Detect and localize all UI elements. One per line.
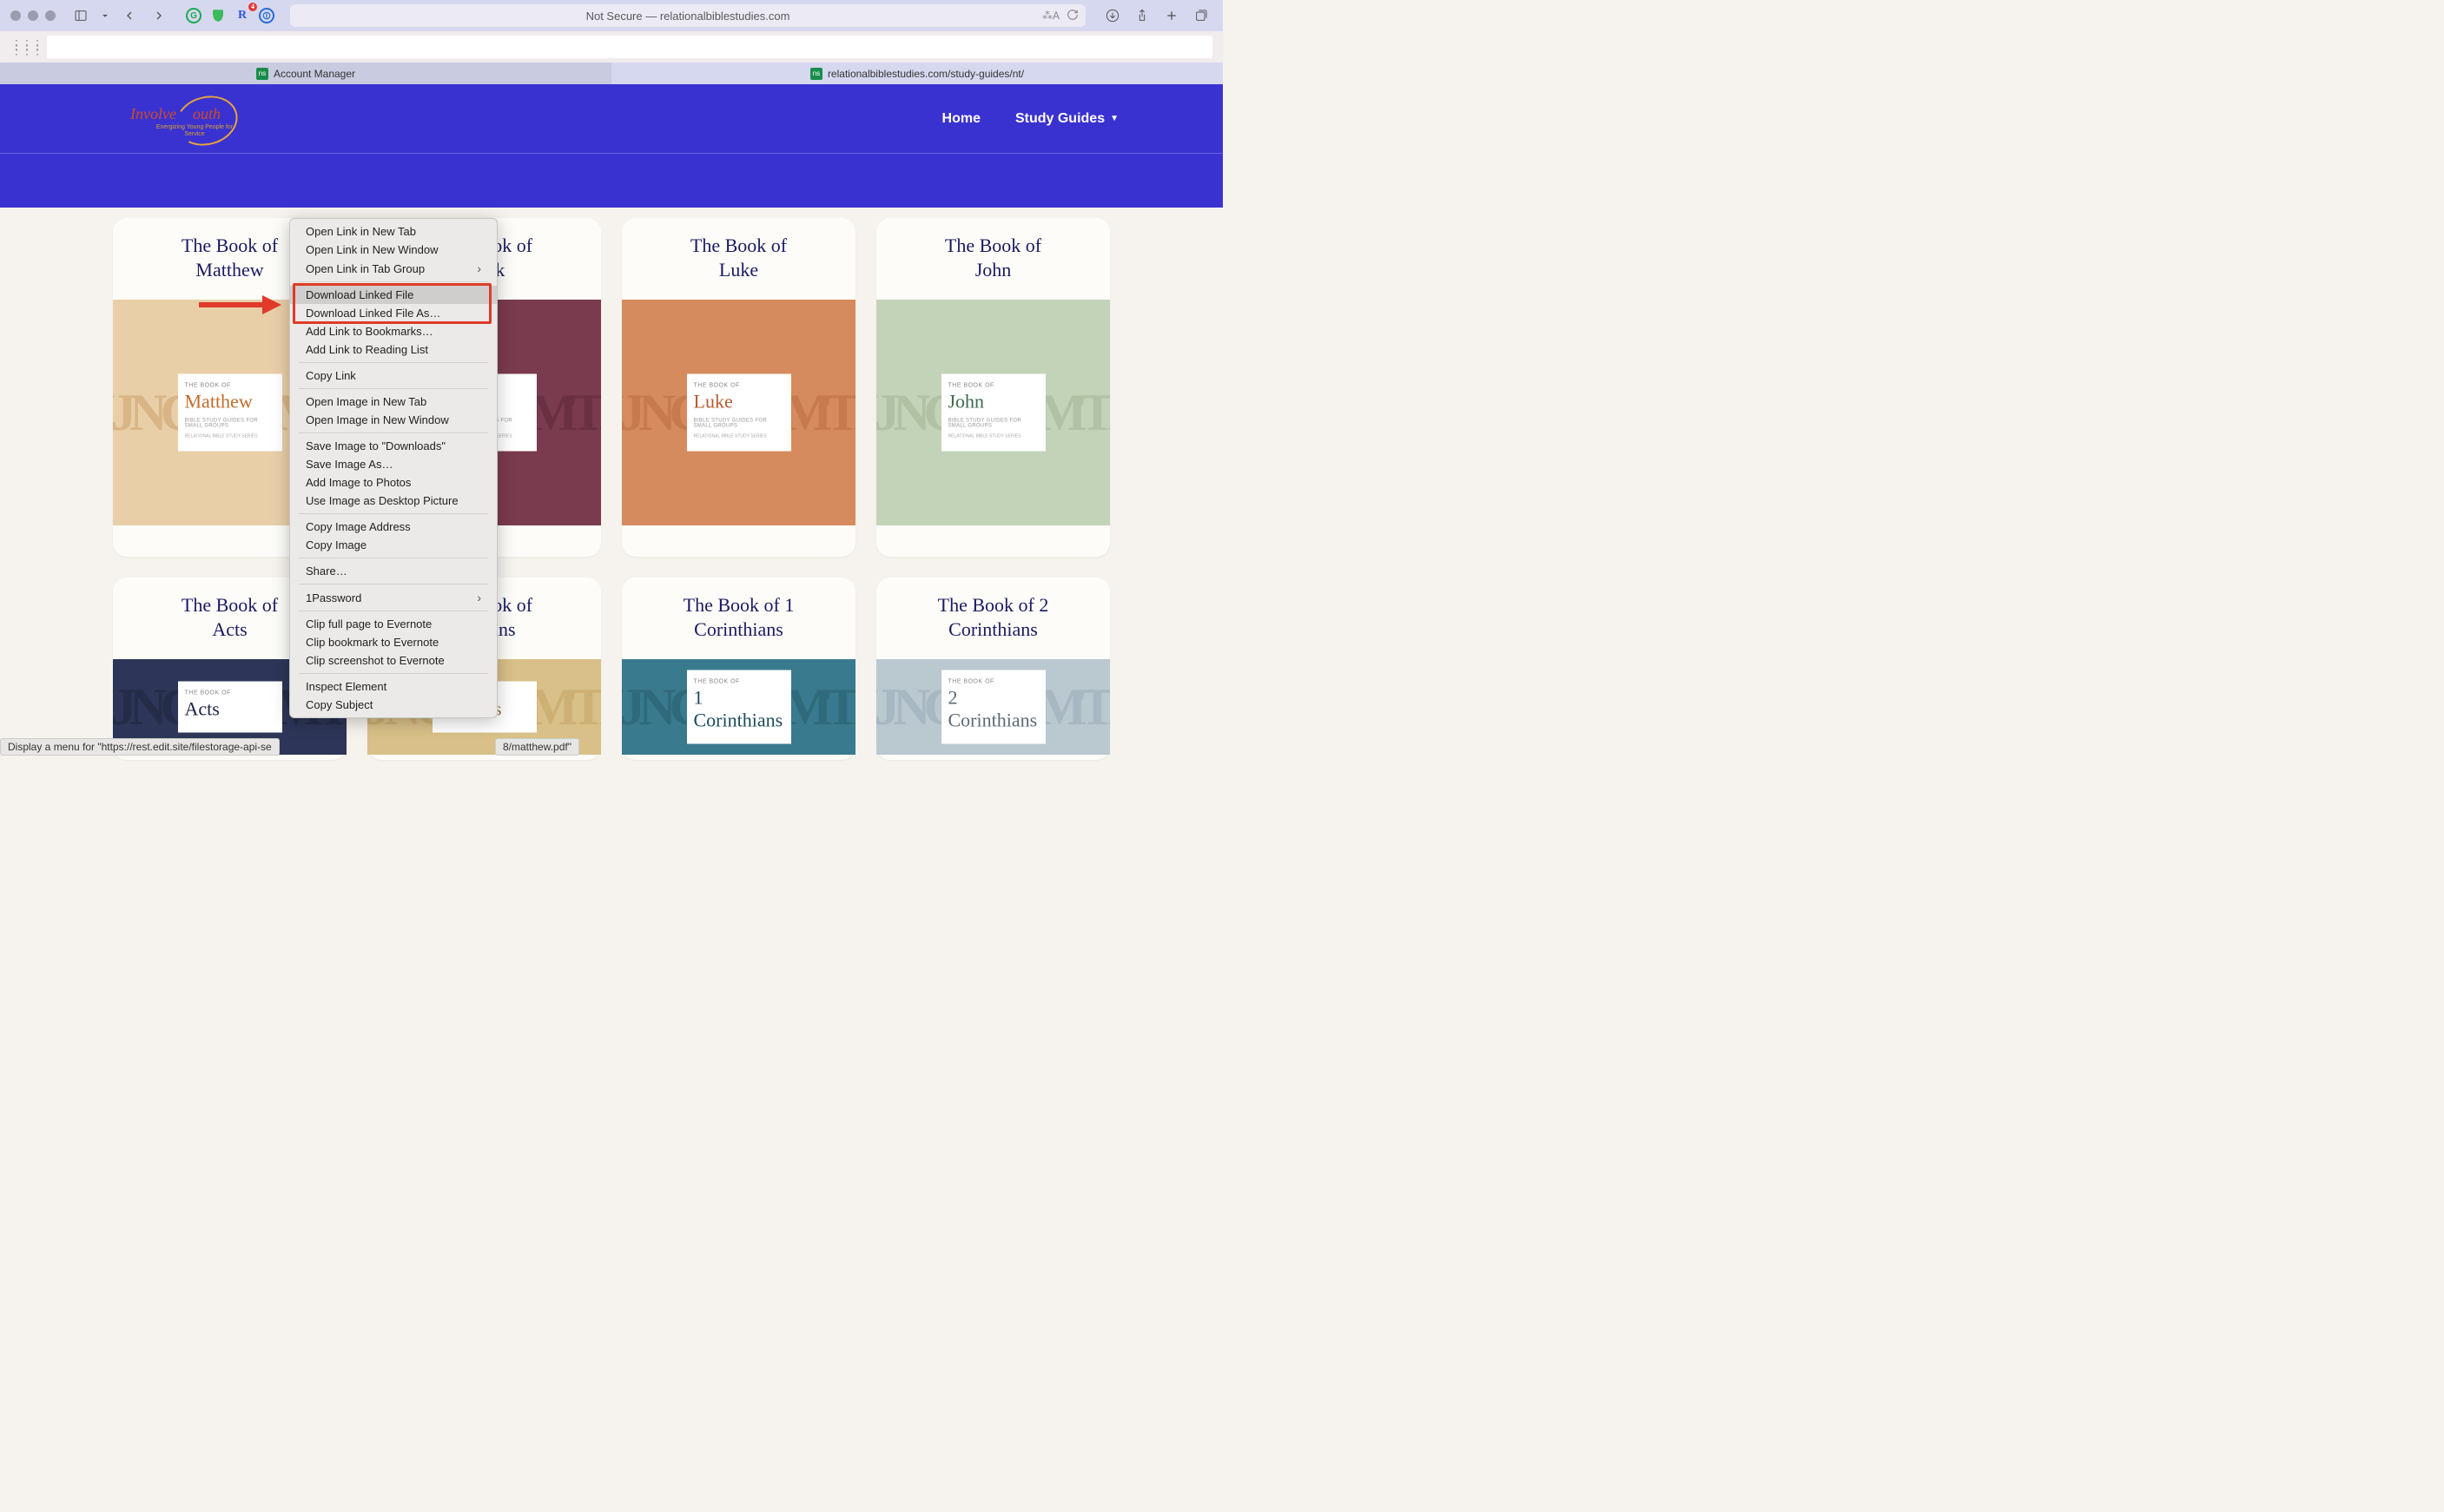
- tab-overview-icon[interactable]: [1190, 4, 1212, 27]
- context-menu-item[interactable]: Add Link to Bookmarks…: [290, 322, 497, 340]
- traffic-minimize[interactable]: [28, 10, 38, 21]
- downloads-icon[interactable]: [1101, 4, 1124, 27]
- content-area: The Book ofMatthew ABMTHWLKJNCRSAMTHWLKJN…: [0, 218, 1223, 760]
- book-title: The Book of 2Corinthians: [938, 593, 1049, 642]
- dropdown-caret-icon: ▼: [1110, 114, 1119, 123]
- context-menu-item[interactable]: Open Link in New Window: [290, 241, 497, 259]
- browser-toolbar: G R4 Not Secure — relationalbiblestudies…: [0, 0, 1223, 31]
- book-title: The Book ofLuke: [690, 234, 787, 282]
- site-logo[interactable]: Involve outh Energizing Young People for…: [130, 95, 243, 142]
- context-menu-item[interactable]: Copy Image: [290, 536, 497, 554]
- context-menu-item[interactable]: Open Image in New Window: [290, 411, 497, 429]
- logo-text: Involve: [130, 105, 176, 123]
- context-menu-separator: [299, 513, 488, 514]
- book-cover[interactable]: ABMTHWLKJNCRSAMTHWLKJNCRSTHE BOOK OFJohn…: [876, 300, 1110, 525]
- submenu-arrow-icon: ›: [477, 261, 481, 275]
- tab-relationalbible[interactable]: ns relationalbiblestudies.com/study-guid…: [611, 63, 1223, 84]
- translate-icon[interactable]: ⁂A: [1042, 10, 1060, 22]
- tab-bar: ns Account Manager ns relationalbiblestu…: [0, 63, 1223, 84]
- traffic-close[interactable]: [10, 10, 21, 21]
- address-bar[interactable]: Not Secure — relationalbiblestudies.com …: [290, 4, 1086, 27]
- context-menu-item[interactable]: 1Password›: [290, 588, 497, 607]
- tab-favicon: ns: [256, 68, 268, 80]
- book-card[interactable]: The Book of 2Corinthians ABMTHWLKJNCRSAMT…: [876, 578, 1110, 760]
- favorites-bar: ⋮⋮⋮⋮⋮⋮: [0, 31, 1223, 63]
- context-menu-item[interactable]: Inspect Element: [290, 677, 497, 696]
- header-band: [0, 154, 1223, 208]
- grammarly-icon[interactable]: G: [186, 8, 201, 23]
- context-menu-item[interactable]: Clip screenshot to Evernote: [290, 651, 497, 670]
- traffic-lights: [10, 10, 56, 21]
- status-bar-right: 8/matthew.pdf": [495, 738, 579, 756]
- book-title: The Book of 1Corinthians: [684, 593, 795, 642]
- book-card[interactable]: The Book of 1Corinthians ABMTHWLKJNCRSAMT…: [622, 578, 855, 760]
- context-menu-item[interactable]: Add Image to Photos: [290, 473, 497, 492]
- book-title: The Book ofJohn: [945, 234, 1041, 282]
- back-button[interactable]: [118, 4, 141, 27]
- forward-button[interactable]: [148, 4, 170, 27]
- context-menu: Open Link in New TabOpen Link in New Win…: [289, 218, 498, 718]
- context-menu-item[interactable]: Save Image to "Downloads": [290, 437, 497, 455]
- book-cover[interactable]: ABMTHWLKJNCRSAMTHWLKJNCRSTHE BOOK OF2 Co…: [876, 659, 1110, 755]
- favorites-area: [47, 36, 1212, 58]
- context-menu-item[interactable]: Download Linked File: [290, 286, 497, 304]
- context-menu-item[interactable]: Open Link in New Tab: [290, 222, 497, 241]
- book-card[interactable]: The Book ofLuke ABMTHWLKJNCRSAMTHWLKJNCRS…: [622, 218, 855, 557]
- context-menu-separator: [299, 388, 488, 389]
- book-grid-2: The Book ofActs ABMTHWLKJNCRSAMTHWLKJNCRS…: [113, 578, 1110, 760]
- site-header: Involve outh Energizing Young People for…: [0, 84, 1223, 154]
- context-menu-separator: [299, 673, 488, 674]
- context-menu-item[interactable]: Open Link in Tab Group›: [290, 259, 497, 278]
- context-menu-item[interactable]: Add Link to Reading List: [290, 340, 497, 359]
- tab-label: Account Manager: [274, 68, 355, 80]
- r-badge: 4: [248, 3, 257, 11]
- reload-icon[interactable]: [1067, 9, 1079, 23]
- extensions-row: G R4: [186, 8, 274, 23]
- context-menu-item[interactable]: Copy Link: [290, 366, 497, 385]
- tab-label: relationalbiblestudies.com/study-guides/…: [828, 68, 1024, 80]
- tab-favicon: ns: [810, 68, 822, 80]
- address-text: Not Secure — relationalbiblestudies.com: [586, 10, 790, 23]
- book-grid: The Book ofMatthew ABMTHWLKJNCRSAMTHWLKJN…: [113, 218, 1110, 557]
- context-menu-item[interactable]: Clip bookmark to Evernote: [290, 633, 497, 651]
- evernote-icon[interactable]: [210, 8, 226, 23]
- submenu-arrow-icon: ›: [477, 591, 481, 604]
- new-tab-icon[interactable]: [1160, 4, 1183, 27]
- book-cover[interactable]: ABMTHWLKJNCRSAMTHWLKJNCRSTHE BOOK OF1 Co…: [622, 659, 855, 755]
- r-extension-icon[interactable]: R4: [234, 8, 250, 23]
- context-menu-item[interactable]: Save Image As…: [290, 455, 497, 473]
- tab-group-dropdown-icon[interactable]: [99, 4, 111, 27]
- annotation-arrow-icon: [195, 292, 281, 322]
- book-cover[interactable]: ABMTHWLKJNCRSAMTHWLKJNCRSTHE BOOK OFLuke…: [622, 300, 855, 525]
- main-nav: Home Study Guides ▼: [942, 111, 1119, 127]
- context-menu-item[interactable]: Download Linked File As…: [290, 304, 497, 322]
- context-menu-item[interactable]: Copy Subject: [290, 696, 497, 714]
- context-menu-item[interactable]: Share…: [290, 562, 497, 580]
- context-menu-separator: [299, 432, 488, 433]
- context-menu-item[interactable]: Open Image in New Tab: [290, 393, 497, 411]
- apps-grid-icon[interactable]: ⋮⋮⋮⋮⋮⋮: [10, 42, 42, 52]
- sidebar-toggle-button[interactable]: [69, 4, 92, 27]
- book-title: The Book ofActs: [182, 593, 278, 642]
- context-menu-separator: [299, 281, 488, 282]
- status-bar: Display a menu for "https://rest.edit.si…: [0, 738, 280, 756]
- traffic-zoom[interactable]: [45, 10, 56, 21]
- logo-text: outh: [193, 105, 221, 123]
- share-icon[interactable]: [1131, 4, 1153, 27]
- context-menu-separator: [299, 362, 488, 363]
- logo-tagline: Energizing Young People for Service: [146, 124, 243, 138]
- book-card[interactable]: The Book ofJohn ABMTHWLKJNCRSAMTHWLKJNCRS…: [876, 218, 1110, 557]
- context-menu-item[interactable]: Copy Image Address: [290, 518, 497, 536]
- context-menu-item[interactable]: Use Image as Desktop Picture: [290, 492, 497, 510]
- context-menu-item[interactable]: Clip full page to Evernote: [290, 615, 497, 633]
- nav-study-guides[interactable]: Study Guides ▼: [1015, 111, 1119, 127]
- nav-home[interactable]: Home: [942, 111, 981, 127]
- tab-account-manager[interactable]: ns Account Manager: [0, 63, 611, 84]
- book-title: The Book ofMatthew: [182, 234, 278, 282]
- onepassword-icon[interactable]: [259, 8, 274, 23]
